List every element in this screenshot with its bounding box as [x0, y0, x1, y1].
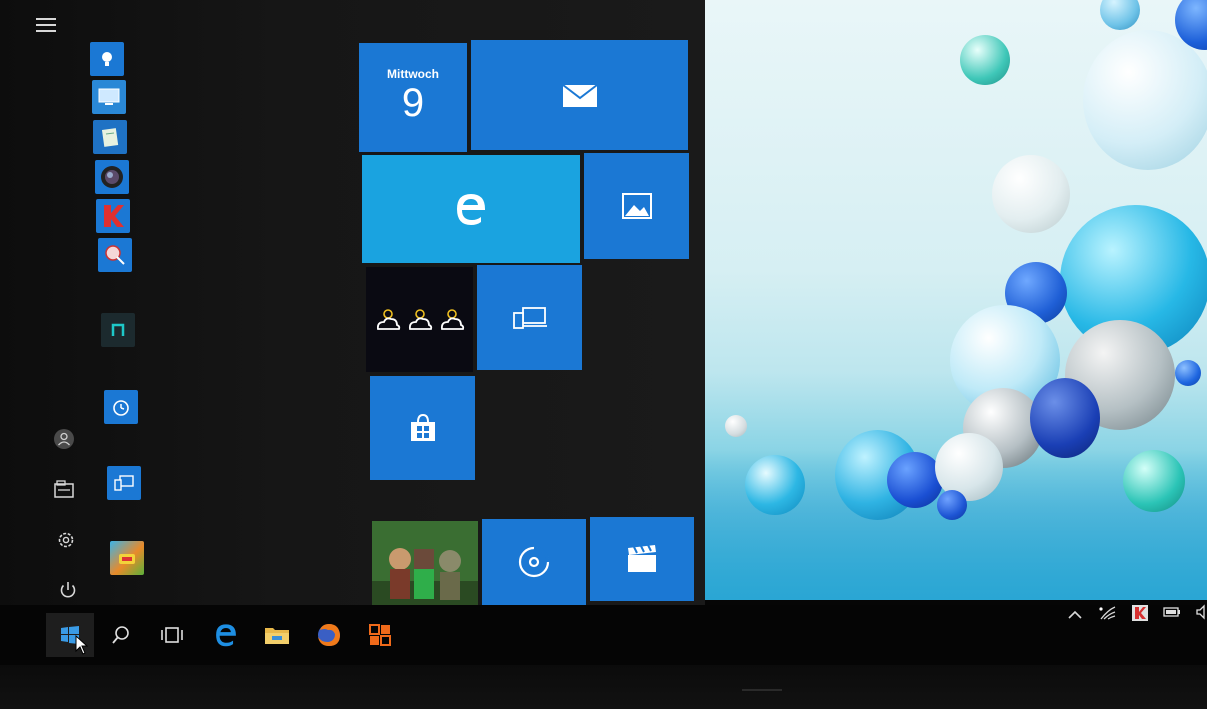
shopping-bag-icon: [410, 413, 435, 441]
desktop-wallpaper: [705, 0, 1207, 600]
connect-tile[interactable]: [477, 265, 582, 370]
photo-icon: [621, 193, 652, 219]
bezel-indicator: [742, 689, 782, 691]
devices-icon: [512, 306, 547, 329]
wallpaper-bubble: [1123, 450, 1185, 512]
chevron-up-icon[interactable]: [1065, 605, 1085, 625]
wallpaper-bubble: [725, 415, 747, 437]
edge-tile[interactable]: [362, 155, 580, 263]
xbox-tile[interactable]: [372, 521, 478, 605]
alarms-clock-app-icon[interactable]: [104, 390, 138, 424]
store-tile[interactable]: [370, 376, 475, 480]
monitor-bezel: [0, 665, 1207, 709]
mail-tile[interactable]: [471, 40, 688, 150]
taskbar: [0, 602, 1207, 665]
wallpaper-bubble: [937, 490, 967, 520]
wallpaper-bubble: [745, 455, 805, 515]
wallpaper-bubble: [1083, 30, 1207, 170]
user-icon[interactable]: [48, 423, 80, 455]
edge-e-icon: [457, 194, 485, 225]
game-characters-image: [372, 521, 478, 605]
volume-icon[interactable]: [1193, 602, 1207, 622]
start-button[interactable]: [46, 613, 94, 657]
weather-tile[interactable]: [366, 267, 473, 372]
snipping-tool-app-icon[interactable]: [98, 238, 132, 272]
kaspersky-app-icon[interactable]: [96, 199, 130, 233]
task-view-button[interactable]: [148, 613, 196, 657]
hamburger-menu-icon[interactable]: [36, 16, 56, 34]
firefox-icon: [318, 624, 340, 646]
partly-cloudy-icon: [376, 308, 464, 330]
mouse-cursor-icon: [75, 635, 89, 655]
wallpaper-bubble: [992, 155, 1070, 233]
clapperboard-icon: [628, 544, 656, 572]
music-disc-icon: [518, 546, 550, 578]
calendar-date-number: 9: [401, 81, 425, 125]
wifi-icon[interactable]: [1097, 603, 1117, 623]
wallpaper-bubble: [960, 35, 1010, 85]
movies-tv-tile[interactable]: [590, 517, 694, 601]
wallpaper-bubble: [1030, 378, 1100, 458]
app-n-icon[interactable]: [101, 313, 135, 347]
groove-music-tile[interactable]: [482, 519, 586, 605]
tips-app-icon[interactable]: [90, 42, 124, 76]
notepad-app-icon[interactable]: [93, 120, 127, 154]
power-icon[interactable]: [52, 574, 84, 606]
connect-app-icon[interactable]: [107, 466, 141, 500]
search-button[interactable]: [97, 613, 145, 657]
office-taskbar-button[interactable]: [356, 613, 404, 657]
wallpaper-bubble: [1100, 0, 1140, 30]
wallpaper-bubble: [1175, 360, 1201, 386]
envelope-icon: [561, 84, 598, 107]
game-app-icon[interactable]: [110, 541, 144, 575]
calendar-tile[interactable]: Mittwoch 9: [359, 43, 467, 152]
edge-taskbar-button[interactable]: [202, 613, 250, 657]
file-explorer-taskbar-button[interactable]: [253, 613, 301, 657]
settings-gear-icon[interactable]: [50, 524, 82, 556]
start-menu: Mittwoch 9: [0, 0, 705, 605]
antivirus-icon[interactable]: [1130, 603, 1150, 623]
edge-icon: [216, 624, 236, 647]
office-icon: [369, 624, 391, 646]
firefox-taskbar-button[interactable]: [305, 613, 353, 657]
battery-icon[interactable]: [1162, 602, 1182, 622]
remote-desktop-app-icon[interactable]: [92, 80, 126, 114]
file-explorer-icon[interactable]: [48, 473, 80, 505]
photos-tile[interactable]: [584, 153, 689, 259]
task-view-icon: [161, 627, 183, 643]
calendar-day-label: Mittwoch: [387, 67, 439, 81]
media-player-app-icon[interactable]: [95, 160, 129, 194]
folder-icon: [265, 628, 289, 644]
screen: Mittwoch 9: [0, 0, 1207, 709]
search-icon: [112, 626, 129, 644]
